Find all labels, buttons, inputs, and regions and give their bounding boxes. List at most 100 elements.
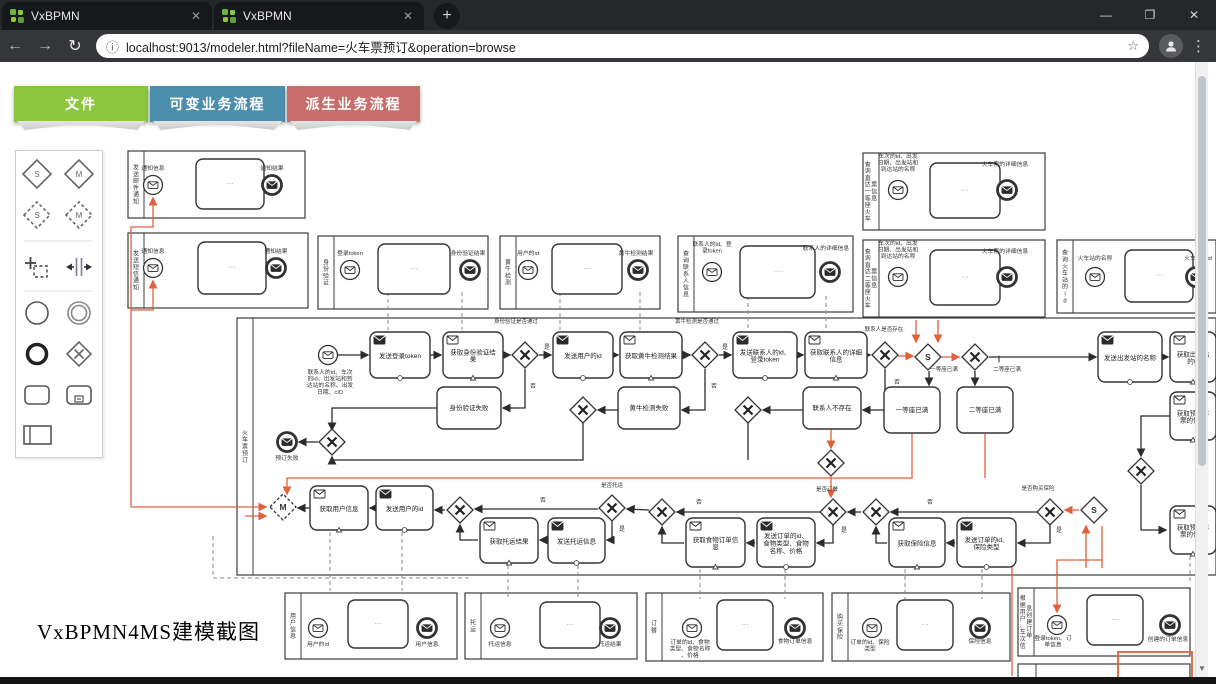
bpmn-subprocess[interactable]: ··· <box>378 244 450 294</box>
bpmn-start-event[interactable] <box>144 176 163 195</box>
bpmn-end-event[interactable] <box>786 619 805 638</box>
bpmn-end-event[interactable] <box>601 619 620 638</box>
bpmn-task[interactable]: 获取用户信息 <box>310 486 368 532</box>
bpmn-task[interactable]: 获取联系人的详细信息 <box>805 332 867 380</box>
bpmn-start-event[interactable] <box>341 261 360 280</box>
svg-text:日期、出发站和: 日期、出发站和 <box>878 246 919 254</box>
bpmn-subprocess[interactable]: ··· <box>198 242 266 294</box>
svg-text:用: 用 <box>1020 609 1026 616</box>
svg-text:用户的id: 用户的id <box>307 640 329 648</box>
subprocess-tool[interactable] <box>67 386 91 404</box>
bpmn-start-event[interactable] <box>309 619 328 638</box>
bpmn-subprocess[interactable]: ··· <box>1087 595 1143 645</box>
svg-text:、价格: 、价格 <box>681 651 699 659</box>
bpmn-start-event[interactable] <box>1048 616 1067 635</box>
bpmn-end-event[interactable] <box>418 619 437 638</box>
bpmn-task[interactable]: 获取出发站的id <box>1170 332 1216 384</box>
bpmn-subprocess[interactable]: ··· <box>930 163 1000 218</box>
bpmn-task[interactable]: 发送用户的id <box>376 486 433 532</box>
participant-tool[interactable] <box>24 426 51 444</box>
bpmn-start-event[interactable] <box>889 181 908 200</box>
bpmn-task[interactable]: 发送用户的id <box>553 332 613 380</box>
bpmn-task[interactable]: 获取黄牛检测结果 <box>620 332 682 380</box>
intermediate-event-tool[interactable] <box>68 302 90 324</box>
bpmn-task[interactable]: 获取托运结果 <box>480 518 538 565</box>
bpmn-task[interactable]: 获取预订车票的信息 <box>1170 392 1216 442</box>
svg-text:发送出发站的名称: 发送出发站的名称 <box>1104 353 1157 362</box>
svg-text:直: 直 <box>865 261 871 269</box>
bpmn-start-event[interactable] <box>863 619 882 638</box>
bpmn-subprocess[interactable]: ··· <box>348 600 408 648</box>
bpmn-task[interactable]: 发送登录token <box>370 332 430 380</box>
svg-text:单: 单 <box>1026 632 1032 640</box>
svg-text:···: ··· <box>961 273 969 282</box>
variable-gateway-m-tool[interactable]: M <box>66 202 92 228</box>
bpmn-end-event[interactable] <box>1161 616 1180 635</box>
bpmn-end-event[interactable] <box>461 261 480 280</box>
svg-text:到达站的名称: 到达站的名称 <box>881 165 916 173</box>
bpmn-subprocess[interactable]: ··· <box>717 600 773 650</box>
svg-text:M: M <box>76 170 83 179</box>
merge-gateway-m-tool[interactable]: M <box>65 160 93 188</box>
bpmn-subprocess[interactable]: ··· <box>930 250 1000 305</box>
lasso-tool[interactable] <box>25 257 47 277</box>
scrollbar-down-arrow[interactable]: ▼ <box>1197 664 1207 673</box>
bpmn-task[interactable]: 获取食物订单信息 <box>686 518 745 569</box>
bpmn-end-event[interactable] <box>629 261 648 280</box>
end-event-tool[interactable] <box>28 345 47 364</box>
bpmn-end-event[interactable] <box>263 176 282 195</box>
svg-text:发送用户的id: 发送用户的id <box>386 504 424 513</box>
bpmn-end-event[interactable] <box>998 268 1017 287</box>
start-event-tool[interactable] <box>26 302 48 324</box>
bpmn-task[interactable]: 获取保险信息 <box>889 518 945 569</box>
bpmn-task[interactable]: 发送联系人的id、登录token <box>733 332 797 380</box>
vertical-scrollbar[interactable]: ▼ <box>1195 62 1208 677</box>
bpmn-task[interactable]: 发送托运信息 <box>548 518 605 565</box>
variable-gateway-s-tool[interactable]: S <box>24 202 50 228</box>
svg-text:联系人的id、登: 联系人的id、登 <box>692 240 731 248</box>
bpmn-end-event[interactable] <box>998 181 1017 200</box>
bpmn-end-event[interactable] <box>278 433 297 452</box>
bpmn-subprocess[interactable]: ··· <box>196 159 264 209</box>
bpmn-task[interactable]: 二等座已满 <box>957 387 1013 433</box>
bpmn-end-event[interactable] <box>971 619 990 638</box>
bpmn-start-event[interactable] <box>144 259 163 278</box>
svg-text:次: 次 <box>1020 635 1026 643</box>
bpmn-start-event[interactable] <box>519 261 538 280</box>
task-tool[interactable] <box>25 386 49 404</box>
scrollbar-thumb[interactable] <box>1198 76 1206 466</box>
bpmn-start-event[interactable] <box>491 619 510 638</box>
bpmn-task[interactable]: 获取预订车票的信息 <box>1170 506 1216 556</box>
bpmn-start-event[interactable] <box>319 346 338 365</box>
svg-text:名称、价格: 名称、价格 <box>770 546 803 555</box>
svg-text:黄牛检测失败: 黄牛检测失败 <box>630 403 670 412</box>
bpmn-start-event[interactable] <box>1086 268 1105 287</box>
bpmn-start-event[interactable] <box>703 263 722 282</box>
bpmn-task[interactable]: 黄牛检测失败 <box>618 387 680 429</box>
bpmn-subprocess[interactable]: ··· <box>540 602 600 648</box>
gateway-tool[interactable] <box>67 342 91 366</box>
bpmn-task[interactable]: 获取身份验证结果 <box>443 332 503 380</box>
svg-text:···: ··· <box>374 619 382 628</box>
svg-text:信: 信 <box>871 275 877 283</box>
bpmn-task[interactable]: 联系人不存在 <box>803 387 861 429</box>
svg-text:否: 否 <box>540 497 546 504</box>
space-tool[interactable] <box>66 258 92 276</box>
bpmn-end-event[interactable] <box>821 263 840 282</box>
split-gateway-s-tool[interactable]: S <box>23 160 51 188</box>
bpmn-subprocess[interactable]: ··· <box>552 244 622 294</box>
bpmn-subprocess[interactable]: ··· <box>897 600 953 650</box>
bpmn-task[interactable]: 发送订单的id、保险类型 <box>957 518 1016 569</box>
bpmn-end-event[interactable] <box>267 259 286 278</box>
svg-text:二等座已满: 二等座已满 <box>993 365 1021 373</box>
svg-text:是: 是 <box>619 526 625 533</box>
bpmn-task[interactable]: 发送订单的id、食物类型、食物名称、价格 <box>757 518 815 569</box>
bpmn-task[interactable]: 一等座已满 <box>884 387 940 433</box>
bpmn-canvas[interactable]: 发送邮件通知发送短信通知身份验证黄牛检测查询联系人信息查询直达一等座火车票信息查… <box>0 0 1216 684</box>
bpmn-start-event[interactable] <box>683 619 702 638</box>
bpmn-subprocess[interactable]: ··· <box>1125 250 1193 302</box>
bpmn-task[interactable]: 身份验证失败 <box>437 387 501 429</box>
bpmn-subprocess[interactable]: ··· <box>740 246 815 298</box>
bpmn-task[interactable]: 发送出发站的名称 <box>1098 332 1162 384</box>
bpmn-start-event[interactable] <box>889 268 908 287</box>
